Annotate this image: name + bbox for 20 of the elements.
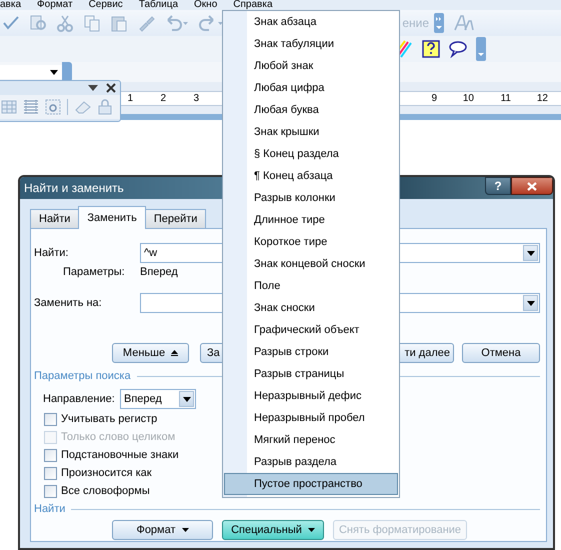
ruler-number: 11 (500, 92, 511, 104)
ruler-number: 2 (159, 92, 166, 104)
checkbox-label: Произносится как (61, 467, 152, 479)
checkbox-label: Подстановочные знаки (61, 449, 179, 461)
direction-label: Направление: (43, 393, 116, 405)
section-title: Параметры поиска (34, 370, 131, 382)
checkbox-label: Только слово целиком (61, 431, 176, 443)
options-value: Вперед (140, 266, 178, 278)
ruler-number: 12 (536, 92, 548, 104)
field-label: Найти: (34, 247, 70, 259)
checkbox-label: Учитывать регистр (61, 413, 158, 425)
field-label: Заменить на: (34, 297, 103, 309)
options-label: Параметры: (62, 266, 126, 278)
ruler-number: 9 (430, 92, 437, 104)
checkbox-label: Все словоформы (61, 485, 150, 497)
ruler-number: 10 (462, 92, 474, 104)
dialog-title: Найти и заменить (24, 181, 124, 195)
ruler-number: 3 (192, 92, 199, 104)
ruler-number: 1 (126, 92, 133, 104)
section-title: Найти (34, 503, 66, 515)
